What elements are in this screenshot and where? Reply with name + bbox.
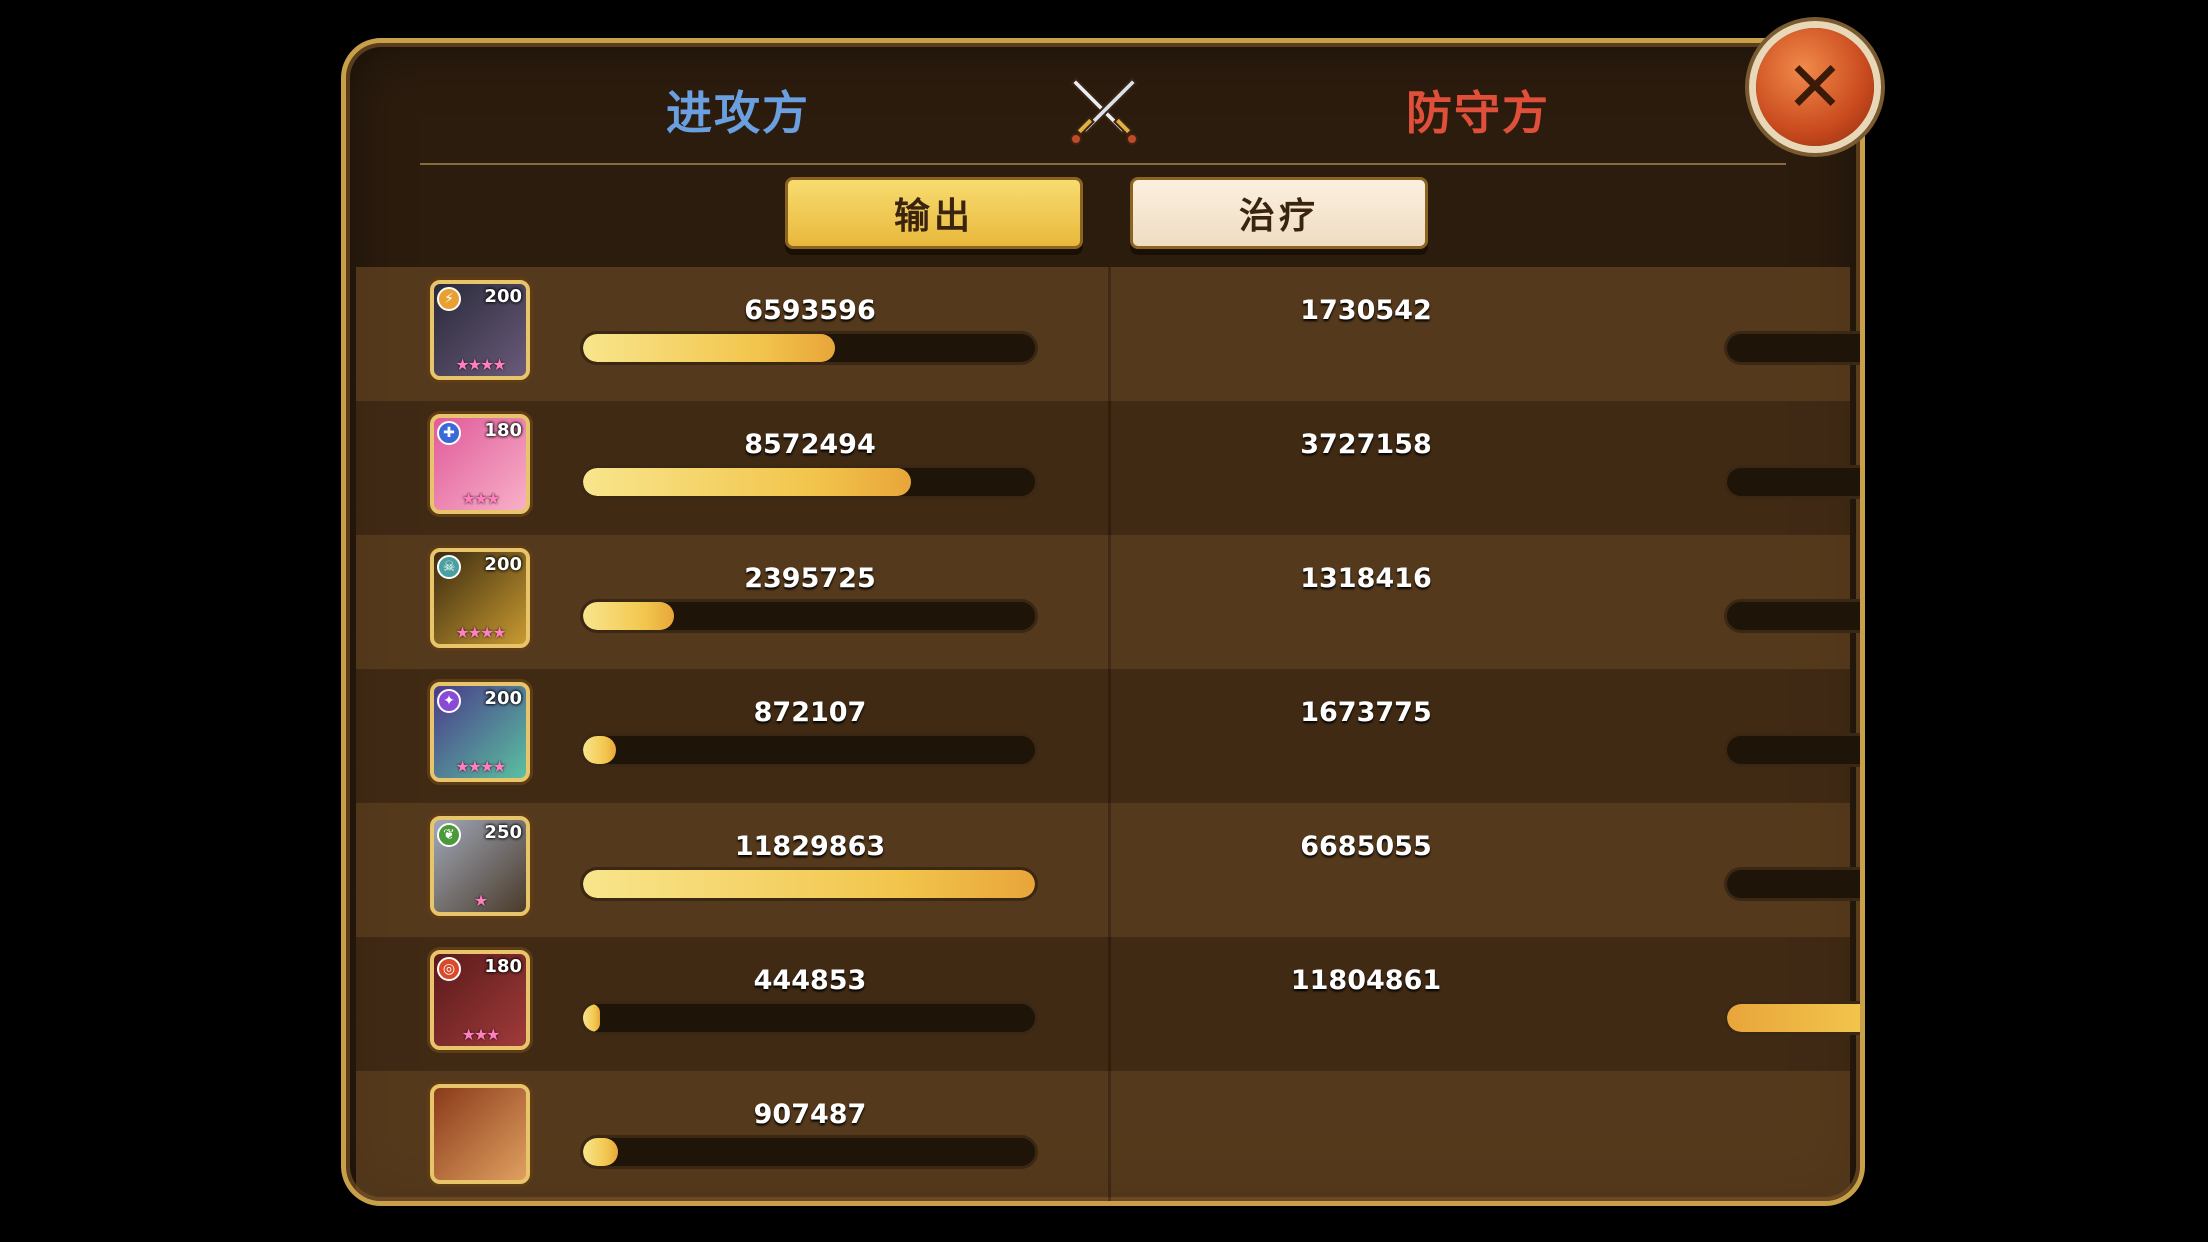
star-rating-icon: ★★★★ [455, 757, 506, 776]
hero-level: 180 [484, 420, 522, 441]
fire-element-icon: ◎ [437, 957, 461, 981]
damage-value: 2395725 [744, 563, 876, 594]
damage-value: 11804861 [1290, 965, 1442, 996]
panel-header: 进攻方 防守方 [346, 43, 1860, 165]
damage-bar-fill [1727, 1004, 1860, 1032]
damage-bar-fill [583, 602, 675, 630]
star-rating-icon: ★★★★ [455, 623, 506, 642]
damage-value: 6593596 [744, 295, 876, 326]
damage-value: 11829863 [734, 831, 886, 862]
header-divider [420, 163, 1786, 165]
damage-value: 444853 [753, 965, 867, 996]
damage-bar-fill [583, 468, 911, 496]
hero-avatar[interactable]: ☠ 200 ★★★★ [430, 548, 530, 648]
attacker-cell: 907487 [356, 1071, 1116, 1201]
damage-value: 907487 [753, 1099, 867, 1130]
hero-avatar[interactable]: ⚡ 200 ★★★★ [430, 280, 530, 380]
star-rating-icon: ★★★★ [455, 355, 506, 374]
defender-cell: ⚡302★3727158 [1120, 401, 1860, 535]
attacker-cell: ❦ 250 ★ 11829863 [356, 803, 1116, 937]
attacker-cell: ✦ 200 ★★★★ 872107 [356, 669, 1116, 803]
table-row: ✚ 180 ★★★ 8572494 ⚡302★3727158 [356, 401, 1860, 535]
damage-value: 1673775 [1300, 697, 1432, 728]
stats-table: ⚡200★★★★6593596⚡302★1730542✚180★★★857249… [356, 267, 1860, 1201]
dark-element-icon: ☠ [437, 555, 461, 579]
close-button[interactable]: ✕ [1756, 28, 1874, 146]
tab-heal[interactable]: 治疗 [1130, 177, 1428, 249]
damage-bar-fill [583, 1138, 618, 1166]
star-rating-icon: ★★★ [461, 1025, 500, 1044]
table-row: 907487 [356, 1071, 1850, 1201]
hero-avatar[interactable]: ✚ 180 ★★★ [430, 414, 530, 514]
star-rating-icon: ★★★ [461, 489, 500, 508]
hero-avatar[interactable] [430, 1084, 530, 1184]
hero-level: 200 [484, 554, 522, 575]
table-row: ✦ 200 ★★★★ 872107 ✚302★1673775 [356, 669, 1860, 803]
attacker-cell: ⚡ 200 ★★★★ 6593596 [356, 267, 1116, 401]
table-row: ⚡ 200 ★★★★ 6593596 ⚡302★1730542 [356, 267, 1860, 401]
electric-element-icon: ⚡ [437, 287, 461, 311]
attacker-cell: ✚ 180 ★★★ 8572494 [356, 401, 1116, 535]
arcane-element-icon: ✦ [437, 689, 461, 713]
attacker-cell: ☠ 200 ★★★★ 2395725 [356, 535, 1116, 669]
hero-level: 180 [484, 956, 522, 977]
star-rating-icon: ★ [473, 891, 488, 910]
damage-bar [1724, 733, 1860, 767]
hero-avatar[interactable]: ✦ 200 ★★★★ [430, 682, 530, 782]
damage-bar [580, 331, 1038, 365]
defender-cell: ✚302★1318416 [1120, 535, 1860, 669]
damage-bar [580, 867, 1038, 901]
damage-bar [1724, 331, 1860, 365]
defender-cell: ✚302★1673775 [1120, 669, 1860, 803]
defender-cell: ⚡302★1730542 [1120, 267, 1860, 401]
defender-cell: ❦302★11804861 [1120, 937, 1860, 1071]
damage-bar-fill [583, 736, 617, 764]
damage-bar [580, 599, 1038, 633]
defender-cell: ❦302★6685055 [1120, 803, 1860, 937]
damage-value: 1730542 [1300, 295, 1432, 326]
damage-bar-fill [583, 1004, 601, 1032]
tab-output[interactable]: 输出 [785, 177, 1083, 249]
damage-bar [1724, 1001, 1860, 1035]
close-icon: ✕ [1785, 46, 1845, 128]
damage-value: 872107 [753, 697, 867, 728]
battle-stats-panel: 进攻方 防守方 输出 治疗 ⚡200★★★★6593596⚡302★173054… [341, 38, 1865, 1206]
damage-value: 3727158 [1300, 429, 1432, 460]
hero-level: 250 [484, 822, 522, 843]
damage-bar [1724, 599, 1860, 633]
damage-bar [1724, 867, 1860, 901]
damage-bar [580, 1135, 1038, 1169]
table-row: ❦ 250 ★ 11829863 ❦302★6685055 [356, 803, 1860, 937]
hero-level: 200 [484, 688, 522, 709]
damage-value: 6685055 [1300, 831, 1432, 862]
side-divider [1108, 267, 1111, 1201]
holy-element-icon: ✚ [437, 421, 461, 445]
damage-bar-fill [583, 870, 1035, 898]
crossed-swords-icon [1070, 77, 1138, 145]
damage-bar [1724, 465, 1860, 499]
table-row: ☠ 200 ★★★★ 2395725 ✚302★1318416 [356, 535, 1860, 669]
table-row: ◎ 180 ★★★ 444853 ❦302★11804861 [356, 937, 1860, 1071]
nature-element-icon: ❦ [437, 823, 461, 847]
defender-title: 防守方 [1406, 86, 1550, 140]
damage-bar-fill [583, 334, 835, 362]
damage-bar [580, 733, 1038, 767]
damage-value: 1318416 [1300, 563, 1432, 594]
hero-avatar[interactable]: ◎ 180 ★★★ [430, 950, 530, 1050]
attacker-title: 进攻方 [666, 86, 810, 140]
damage-bar [580, 1001, 1038, 1035]
damage-value: 8572494 [744, 429, 876, 460]
attacker-cell: ◎ 180 ★★★ 444853 [356, 937, 1116, 1071]
damage-bar [580, 465, 1038, 499]
hero-level: 200 [484, 286, 522, 307]
hero-avatar[interactable]: ❦ 250 ★ [430, 816, 530, 916]
